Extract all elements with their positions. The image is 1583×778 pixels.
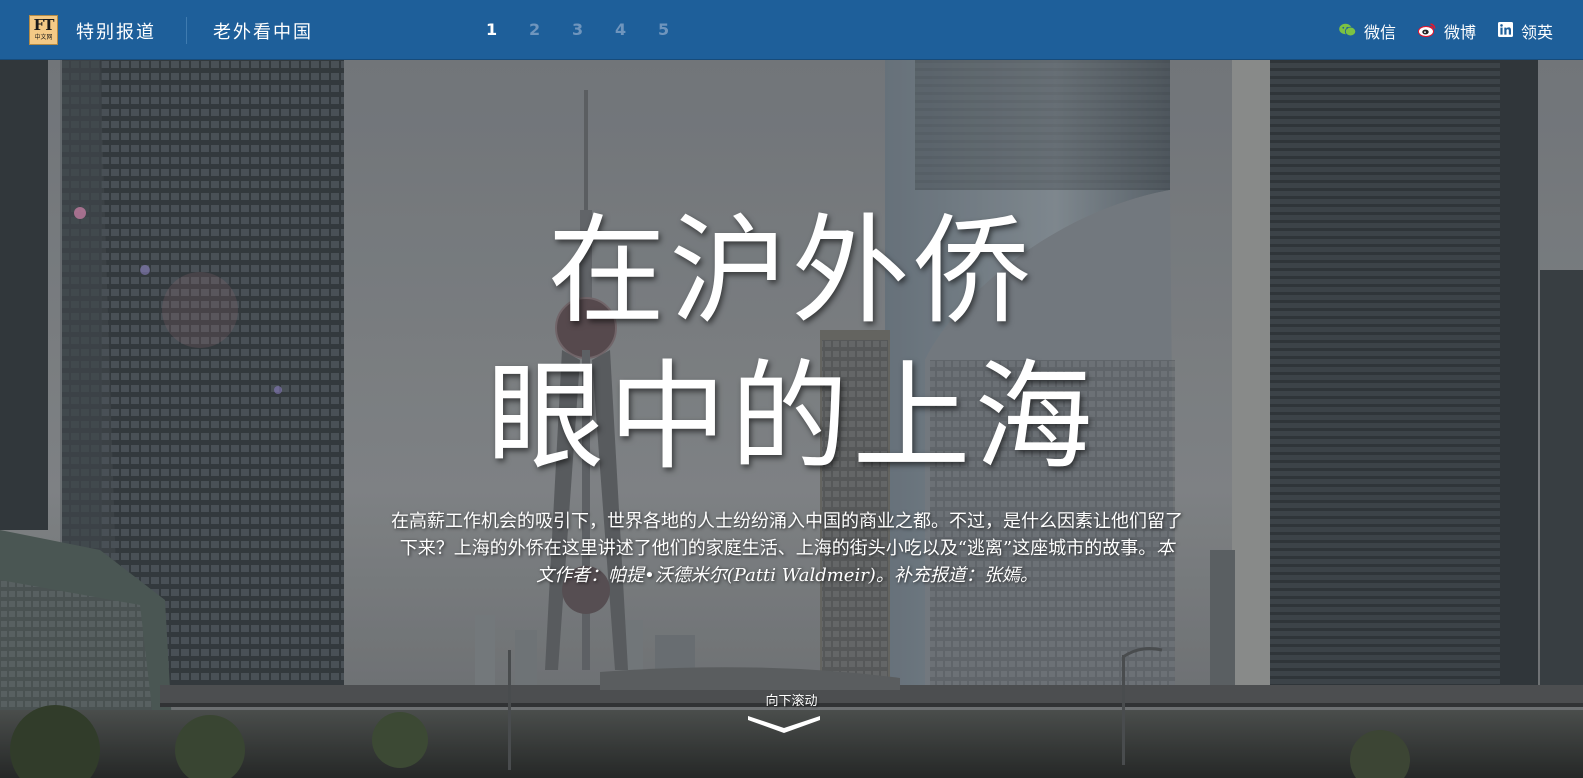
hero-section: 在沪外侨 眼中的上海 在高薪工作机会的吸引下，世界各地的人士纷纷涌入中国的商业之… — [0, 60, 1583, 778]
weibo-icon — [1417, 22, 1436, 41]
share-linkedin-button[interactable]: 领英 — [1497, 19, 1553, 43]
logo-text: FT — [33, 16, 55, 34]
headline-line-2: 眼中的上海 — [486, 348, 1097, 486]
page-navigation: 1 2 3 4 5 — [486, 20, 701, 39]
page-link-1[interactable]: 1 — [486, 20, 529, 39]
share-wechat-button[interactable]: 微信 — [1339, 19, 1396, 43]
ft-chinese-logo[interactable]: FT 中文网 — [29, 15, 58, 45]
nav-divider — [186, 17, 187, 44]
headline-line-1: 在沪外侨 — [547, 202, 1036, 340]
page-link-4[interactable]: 4 — [615, 20, 658, 39]
share-weibo-label: 微博 — [1443, 23, 1476, 42]
share-linkedin-label: 领英 — [1520, 23, 1553, 42]
wechat-icon — [1339, 22, 1357, 41]
chevron-down-icon[interactable] — [748, 714, 820, 734]
share-bar: 微信 微博 领英 — [1339, 19, 1583, 43]
logo-subtext: 中文网 — [34, 34, 53, 41]
series-title[interactable]: 老外看中国 — [213, 18, 313, 44]
scroll-down-label[interactable]: 向下滚动 — [0, 690, 1583, 709]
article-dek: 在高薪工作机会的吸引下，世界各地的人士纷纷涌入中国的商业之都。不过，是什么因素让… — [391, 508, 1183, 589]
dek-text: 在高薪工作机会的吸引下，世界各地的人士纷纷涌入中国的商业之都。不过，是什么因素让… — [391, 511, 1183, 559]
page-link-2[interactable]: 2 — [529, 20, 572, 39]
section-title[interactable]: 特别报道 — [76, 18, 156, 44]
top-nav-bar: FT 中文网 特别报道 老外看中国 1 2 3 4 5 微信 微博 领英 — [0, 0, 1583, 60]
share-weibo-button[interactable]: 微博 — [1417, 19, 1476, 43]
linkedin-icon — [1497, 21, 1513, 41]
page-link-5[interactable]: 5 — [658, 20, 701, 39]
page-link-3[interactable]: 3 — [572, 20, 615, 39]
share-wechat-label: 微信 — [1363, 23, 1396, 42]
